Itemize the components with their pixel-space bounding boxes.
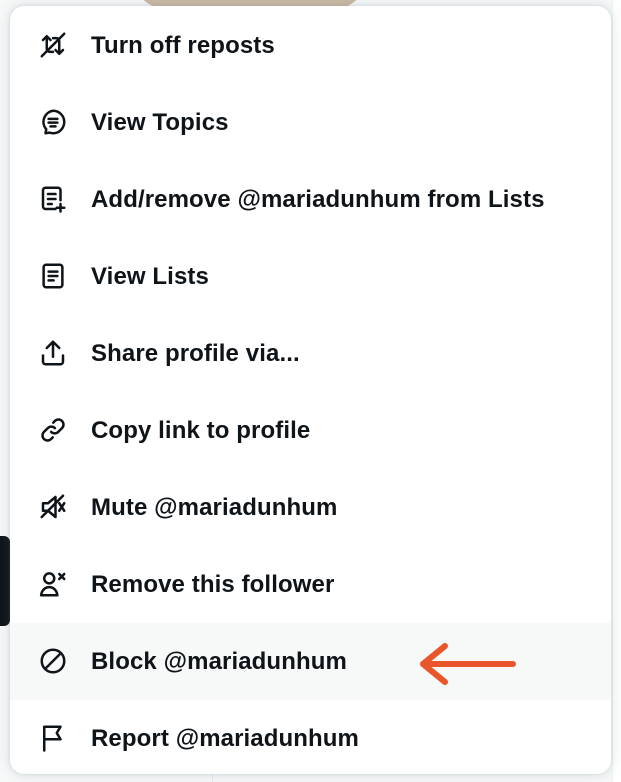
menu-item-label: Add/remove @mariadunhum from Lists	[91, 185, 545, 213]
lists-icon	[36, 259, 70, 293]
menu-item-view-topics[interactable]: View Topics	[10, 84, 611, 161]
remove-follower-icon	[36, 567, 70, 601]
background-dark-element	[0, 536, 10, 626]
menu-item-label: View Topics	[91, 108, 229, 136]
menu-item-label: View Lists	[91, 262, 209, 290]
menu-item-add-remove-lists[interactable]: Add/remove @mariadunhum from Lists	[10, 161, 611, 238]
menu-item-label: Share profile via...	[91, 339, 300, 367]
menu-item-block[interactable]: Block @mariadunhum	[10, 623, 611, 700]
menu-item-report[interactable]: Report @mariadunhum	[10, 700, 611, 774]
menu-item-label: Block @mariadunhum	[91, 647, 347, 675]
list-add-icon	[36, 182, 70, 216]
share-icon	[36, 336, 70, 370]
flag-icon	[36, 721, 70, 755]
background-right-column	[612, 0, 621, 782]
repost-off-icon	[36, 28, 70, 62]
menu-item-remove-follower[interactable]: Remove this follower	[10, 546, 611, 623]
profile-more-menu: Turn off reposts View Topics Add/remove …	[10, 6, 611, 774]
menu-item-copy-link[interactable]: Copy link to profile	[10, 392, 611, 469]
menu-item-label: Turn off reposts	[91, 31, 275, 59]
menu-item-share-profile[interactable]: Share profile via...	[10, 315, 611, 392]
arrow-left-icon	[420, 643, 516, 685]
mute-icon	[36, 490, 70, 524]
menu-item-view-lists[interactable]: View Lists	[10, 238, 611, 315]
menu-item-label: Copy link to profile	[91, 416, 311, 444]
link-icon	[36, 413, 70, 447]
menu-item-turn-off-reposts[interactable]: Turn off reposts	[10, 7, 611, 84]
menu-item-label: Mute @mariadunhum	[91, 493, 338, 521]
block-icon	[36, 644, 70, 678]
menu-item-label: Remove this follower	[91, 570, 335, 598]
menu-item-label: Report @mariadunhum	[91, 724, 359, 752]
menu-item-mute[interactable]: Mute @mariadunhum	[10, 469, 611, 546]
topics-icon	[36, 105, 70, 139]
